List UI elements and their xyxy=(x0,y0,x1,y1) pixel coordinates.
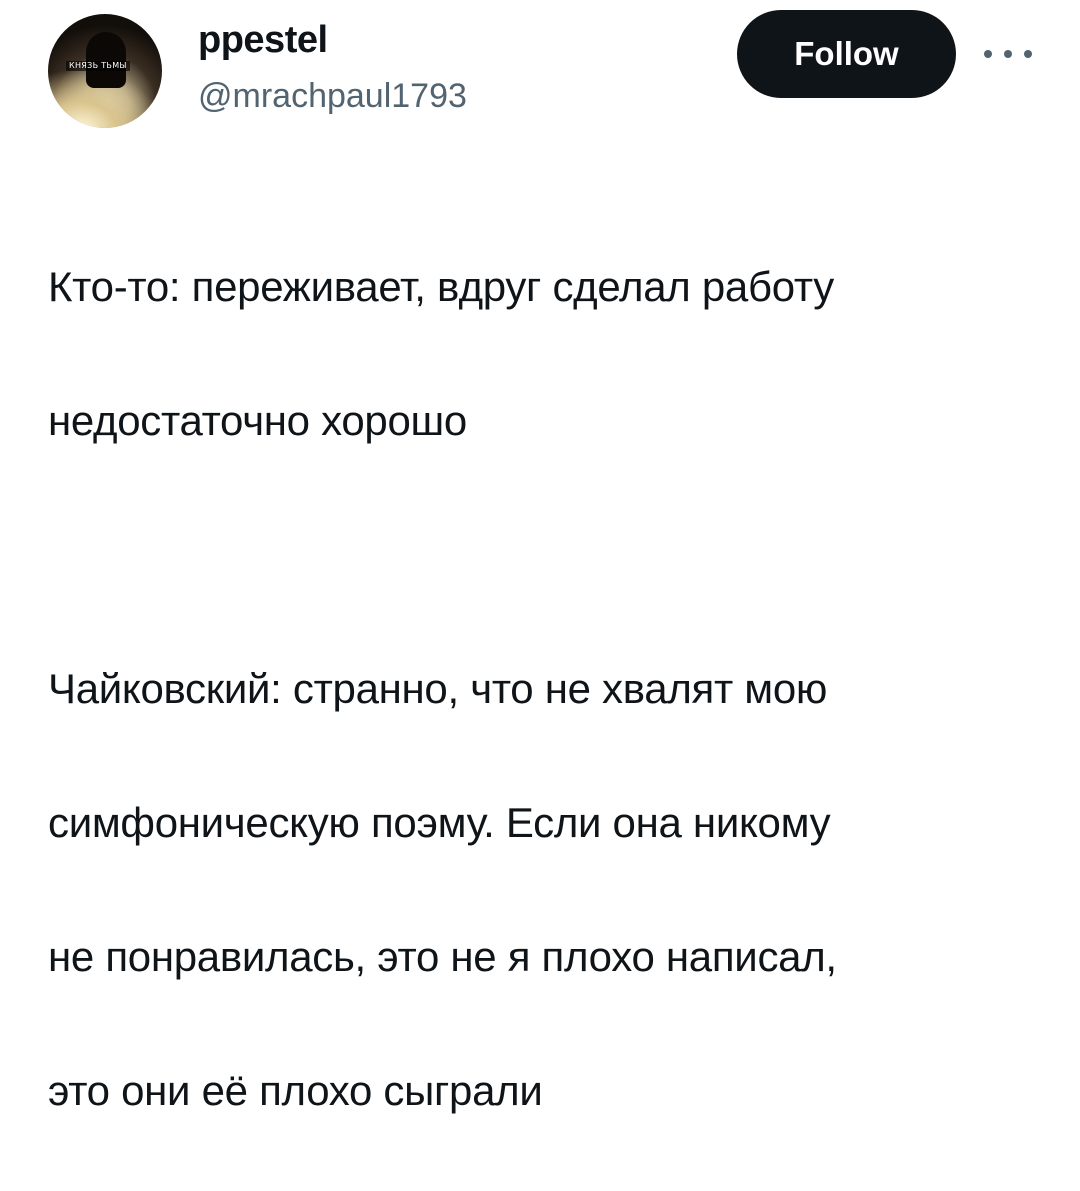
tweet-line: симфоническую поэму. Если она никому xyxy=(48,799,831,846)
tweet-text: Кто-то: переживает, вдруг сделал работу … xyxy=(48,186,1048,1191)
avatar[interactable]: КНЯЗЬ ТЬМЫ xyxy=(48,14,162,128)
dot xyxy=(984,50,992,58)
tweet-line: Чайковский: странно, что не хвалят мою xyxy=(48,665,828,712)
avatar-badge-text: КНЯЗЬ ТЬМЫ xyxy=(66,61,130,71)
more-options-icon[interactable] xyxy=(984,40,1032,68)
follow-button[interactable]: Follow xyxy=(737,10,956,98)
avatar-figure xyxy=(86,32,126,88)
tweet-line: Кто-то: переживает, вдруг сделал работу xyxy=(48,263,834,310)
dot xyxy=(1024,50,1032,58)
display-name[interactable]: ppestel xyxy=(198,18,328,62)
tweet-line: недостаточно хорошо xyxy=(48,397,467,444)
tweet: КНЯЗЬ ТЬМЫ ppestel @mrachpaul1793 Follow… xyxy=(0,0,1080,1114)
tweet-line: это они её плохо сыграли xyxy=(48,1067,543,1114)
dot xyxy=(1004,50,1012,58)
tweet-line xyxy=(48,521,1048,588)
user-handle[interactable]: @mrachpaul1793 xyxy=(198,76,467,116)
tweet-line: не понравилась, это не я плохо написал, xyxy=(48,933,837,980)
